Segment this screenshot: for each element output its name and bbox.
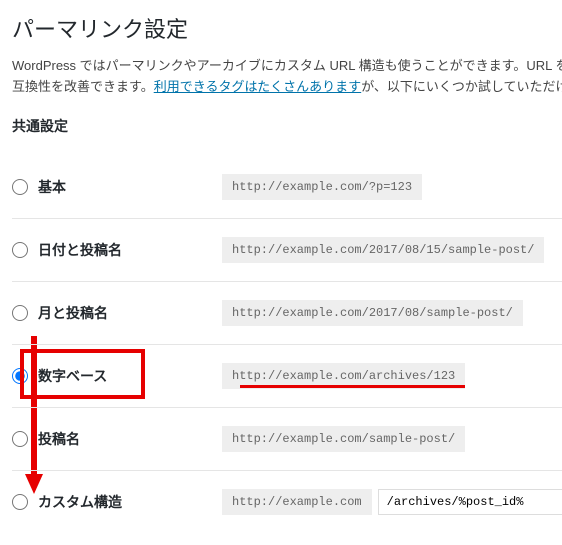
radio-default[interactable] — [12, 179, 28, 195]
radio-month-name[interactable] — [12, 305, 28, 321]
option-row-month-name: 月と投稿名 http://example.com/2017/08/sample-… — [12, 282, 562, 345]
radio-label-day-name[interactable]: 日付と投稿名 — [12, 240, 222, 260]
label-month-name: 月と投稿名 — [38, 303, 108, 323]
radio-custom[interactable] — [12, 494, 28, 510]
option-row-default: 基本 http://example.com/?p=123 — [12, 156, 562, 219]
label-day-name: 日付と投稿名 — [38, 240, 122, 260]
section-heading: 共通設定 — [12, 116, 562, 136]
custom-structure-input[interactable] — [378, 489, 562, 515]
option-row-custom: カスタム構造 http://example.com — [12, 471, 562, 533]
example-month-name: http://example.com/2017/08/sample-post/ — [222, 300, 523, 326]
radio-label-postname[interactable]: 投稿名 — [12, 429, 222, 449]
desc-text-2: 互換性を改善できます。 — [12, 79, 154, 94]
example-day-name: http://example.com/2017/08/15/sample-pos… — [222, 237, 544, 263]
radio-day-name[interactable] — [12, 242, 28, 258]
example-postname: http://example.com/sample-post/ — [222, 426, 465, 452]
label-postname: 投稿名 — [38, 429, 80, 449]
page-title: パーマリンク設定 — [12, 12, 562, 44]
option-row-numeric: 数字ベース http://example.com/archives/123 — [12, 345, 562, 408]
option-row-postname: 投稿名 http://example.com/sample-post/ — [12, 408, 562, 471]
radio-label-default[interactable]: 基本 — [12, 177, 222, 197]
radio-label-month-name[interactable]: 月と投稿名 — [12, 303, 222, 323]
desc-text-1: WordPress ではパーマリンクやアーカイブにカスタム URL 構造も使うこ… — [12, 58, 562, 73]
label-default: 基本 — [38, 177, 66, 197]
example-custom-base: http://example.com — [222, 489, 372, 515]
label-custom: カスタム構造 — [38, 492, 122, 512]
option-row-day-name: 日付と投稿名 http://example.com/2017/08/15/sam… — [12, 219, 562, 282]
example-numeric: http://example.com/archives/123 — [222, 363, 465, 389]
radio-numeric[interactable] — [12, 368, 28, 384]
radio-postname[interactable] — [12, 431, 28, 447]
radio-label-numeric[interactable]: 数字ベース — [12, 366, 222, 386]
example-default: http://example.com/?p=123 — [222, 174, 422, 200]
label-numeric: 数字ベース — [38, 366, 107, 386]
page-description: WordPress ではパーマリンクやアーカイブにカスタム URL 構造も使うこ… — [12, 56, 562, 98]
radio-label-custom[interactable]: カスタム構造 — [12, 492, 222, 512]
tags-help-link[interactable]: 利用できるタグはたくさんあります — [154, 79, 361, 94]
desc-text-3: が、以下にいくつか試していただける例を用意 — [361, 79, 562, 94]
